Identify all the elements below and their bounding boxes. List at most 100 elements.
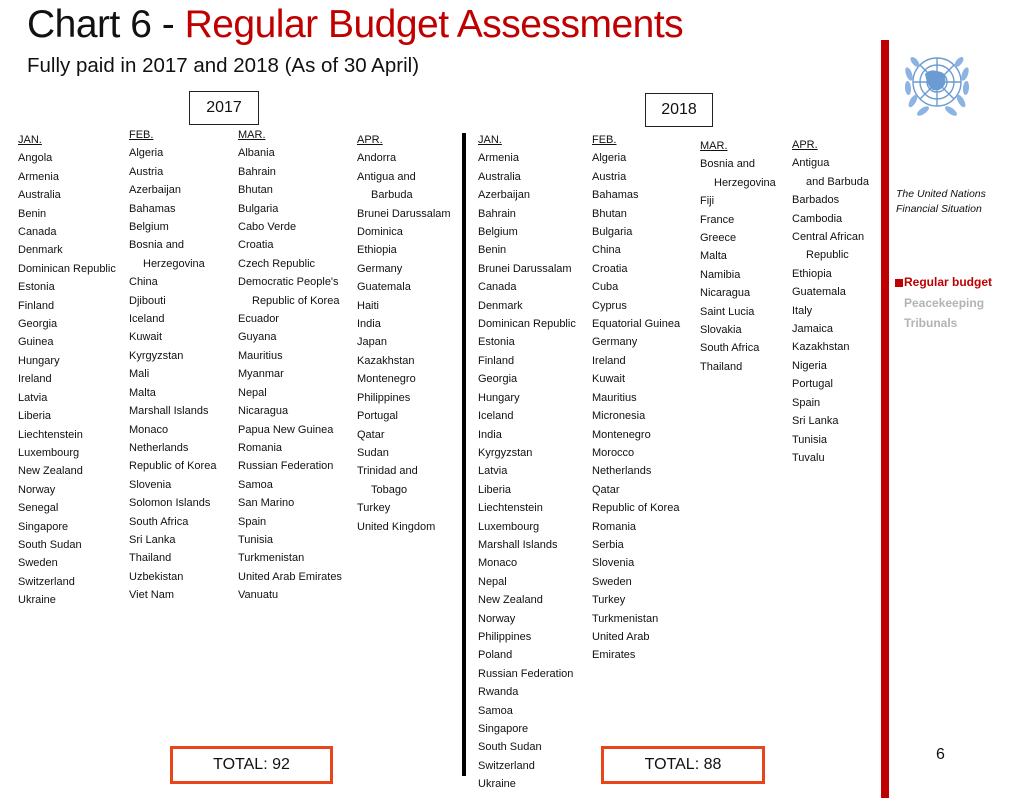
caption-line-1: The United Nations bbox=[896, 188, 986, 200]
country-list-item: Republic bbox=[806, 249, 849, 262]
country-list-item: Herzegovina bbox=[143, 257, 205, 270]
country-list-item: Algeria bbox=[129, 147, 164, 160]
country-list-item: Nicaragua bbox=[238, 405, 289, 418]
country-list-item: Guatemala bbox=[792, 286, 846, 299]
country-list-item: Djibouti bbox=[129, 294, 166, 307]
country-list-item: Croatia bbox=[238, 239, 274, 252]
country-list-item: Finland bbox=[478, 354, 515, 367]
country-list-item: San Marino bbox=[238, 497, 295, 510]
country-list-item: Cyprus bbox=[592, 299, 627, 312]
un-emblem-icon bbox=[901, 44, 973, 132]
country-list-item: China bbox=[592, 244, 621, 257]
country-list-item: Monaco bbox=[129, 423, 169, 436]
country-list-item: Bulgaria bbox=[592, 226, 633, 239]
country-list-item: Germany bbox=[357, 262, 403, 275]
country-list-item: Slovenia bbox=[129, 478, 172, 491]
country-list-item: Monaco bbox=[478, 557, 518, 570]
month-header: JAN. bbox=[478, 134, 502, 146]
country-list-item: Vanuatu bbox=[238, 589, 279, 602]
country-list-item: Bahamas bbox=[592, 189, 639, 202]
country-list-item: Myanmar bbox=[238, 368, 284, 381]
country-list-item: Philippines bbox=[478, 630, 532, 643]
country-list-item: Marshall Islands bbox=[129, 405, 209, 418]
country-list-item: Barbuda bbox=[371, 189, 413, 202]
month-column-2017-apr: APR. Andorra Antigua and Barbuda Brunei Daru… bbox=[357, 131, 451, 536]
month-header: FEB. bbox=[129, 129, 154, 141]
country-list-item: India bbox=[357, 318, 381, 331]
month-column-2018-feb: FEB. Algeria Austria Bahamas Bhutan Bulgaria C… bbox=[592, 131, 680, 665]
country-list-item: Poland bbox=[478, 649, 513, 662]
country-list-item: Liberia bbox=[18, 410, 52, 423]
country-list-item: Azerbaijan bbox=[129, 184, 181, 197]
country-list-item: Qatar bbox=[592, 483, 620, 496]
country-list-item: Bhutan bbox=[592, 207, 627, 220]
country-list-item: Sri Lanka bbox=[129, 533, 176, 546]
country-list-item: Turkmenistan bbox=[592, 612, 659, 625]
country-list-item: India bbox=[478, 428, 502, 441]
country-list-item: Kyrgyzstan bbox=[478, 446, 533, 459]
country-list-item: United Arab Emirates bbox=[238, 570, 342, 583]
country-list-item: Serbia bbox=[592, 538, 624, 551]
country-list-item: Micronesia bbox=[592, 410, 646, 423]
country-list-item: Canada bbox=[478, 281, 517, 294]
country-list-item: Herzegovina bbox=[714, 176, 776, 189]
sidebar-item-peacekeeping[interactable]: Peacekeeping bbox=[904, 293, 992, 314]
title-main: Regular Budget Assessments bbox=[184, 3, 684, 46]
month-column-2017-feb: FEB. Algeria Austria Azerbaijan Bahamas Belgi… bbox=[129, 126, 216, 605]
country-list-item: Algeria bbox=[592, 152, 627, 165]
country-list-item: and Barbuda bbox=[806, 175, 869, 188]
country-list-item: Australia bbox=[18, 189, 61, 202]
country-list-item: Guatemala bbox=[357, 281, 411, 294]
active-bullet-icon bbox=[895, 279, 903, 287]
sidebar-accent-bar bbox=[881, 40, 889, 798]
country-list-item: Bahrain bbox=[478, 207, 516, 220]
country-list-item: Portugal bbox=[792, 378, 833, 391]
country-list-item: South Sudan bbox=[18, 538, 82, 551]
country-list-item: Saint Lucia bbox=[700, 305, 755, 318]
sidebar-item-tribunals[interactable]: Tribunals bbox=[904, 313, 992, 334]
country-list-item: Norway bbox=[18, 483, 56, 496]
sidebar-item-regular-budget[interactable]: Regular budget bbox=[904, 272, 992, 293]
country-list-item: Liechtenstein bbox=[478, 502, 543, 515]
country-list-item: Ethiopia bbox=[357, 244, 397, 257]
country-list-item: South Sudan bbox=[478, 741, 542, 754]
country-list-item: Samoa bbox=[238, 478, 273, 491]
country-list-item: Turkmenistan bbox=[238, 552, 305, 565]
year-label-2017: 2017 bbox=[189, 91, 259, 125]
country-list-item: Hungary bbox=[18, 354, 60, 367]
country-list-item: Cuba bbox=[592, 281, 619, 294]
country-list-item: New Zealand bbox=[478, 594, 543, 607]
country-list-item: Liechtenstein bbox=[18, 428, 83, 441]
country-list-item: Albania bbox=[238, 147, 275, 160]
country-list-item: Barbados bbox=[792, 194, 840, 207]
country-list-item: Turkey bbox=[592, 594, 626, 607]
country-list-item: Republic of Korea bbox=[252, 294, 340, 307]
country-list-item: Netherlands bbox=[592, 465, 652, 478]
country-list-item: Tobago bbox=[371, 483, 408, 496]
country-list-item: Kazakhstan bbox=[357, 354, 415, 367]
month-column-2017-mar: MAR. Albania Bahrain Bhutan Bulgaria Cabo Ver… bbox=[238, 126, 342, 605]
country-list-item: Ukraine bbox=[18, 594, 56, 607]
country-list-item: Andorra bbox=[357, 152, 397, 165]
country-list-item: Iceland bbox=[129, 313, 165, 326]
country-list-item: Nepal bbox=[478, 575, 507, 588]
country-list-item: Viet Nam bbox=[129, 589, 175, 602]
country-list-item: Mauritius bbox=[592, 391, 637, 404]
month-header: APR. bbox=[357, 134, 383, 146]
country-list-item: Croatia bbox=[592, 262, 628, 275]
country-list-item: Bahrain bbox=[238, 165, 276, 178]
country-list-item: Benin bbox=[478, 244, 507, 257]
country-list-item: Ireland bbox=[592, 354, 626, 367]
country-list-item: Rwanda bbox=[478, 686, 519, 699]
country-list-item: Czech Republic bbox=[238, 257, 316, 270]
country-list-item: Luxembourg bbox=[478, 520, 540, 533]
country-list-item: Republic of Korea bbox=[592, 502, 680, 515]
country-list-item: Romania bbox=[592, 520, 637, 533]
country-list-item: Nigeria bbox=[792, 359, 827, 372]
country-list-item: Antigua bbox=[792, 157, 830, 170]
country-list-item: Kyrgyzstan bbox=[129, 349, 184, 362]
country-list-item: Equatorial Guinea bbox=[592, 318, 681, 331]
country-list-item: France bbox=[700, 213, 735, 226]
country-list-item: Canada bbox=[18, 226, 57, 239]
country-list-item: Antigua and bbox=[357, 170, 416, 183]
